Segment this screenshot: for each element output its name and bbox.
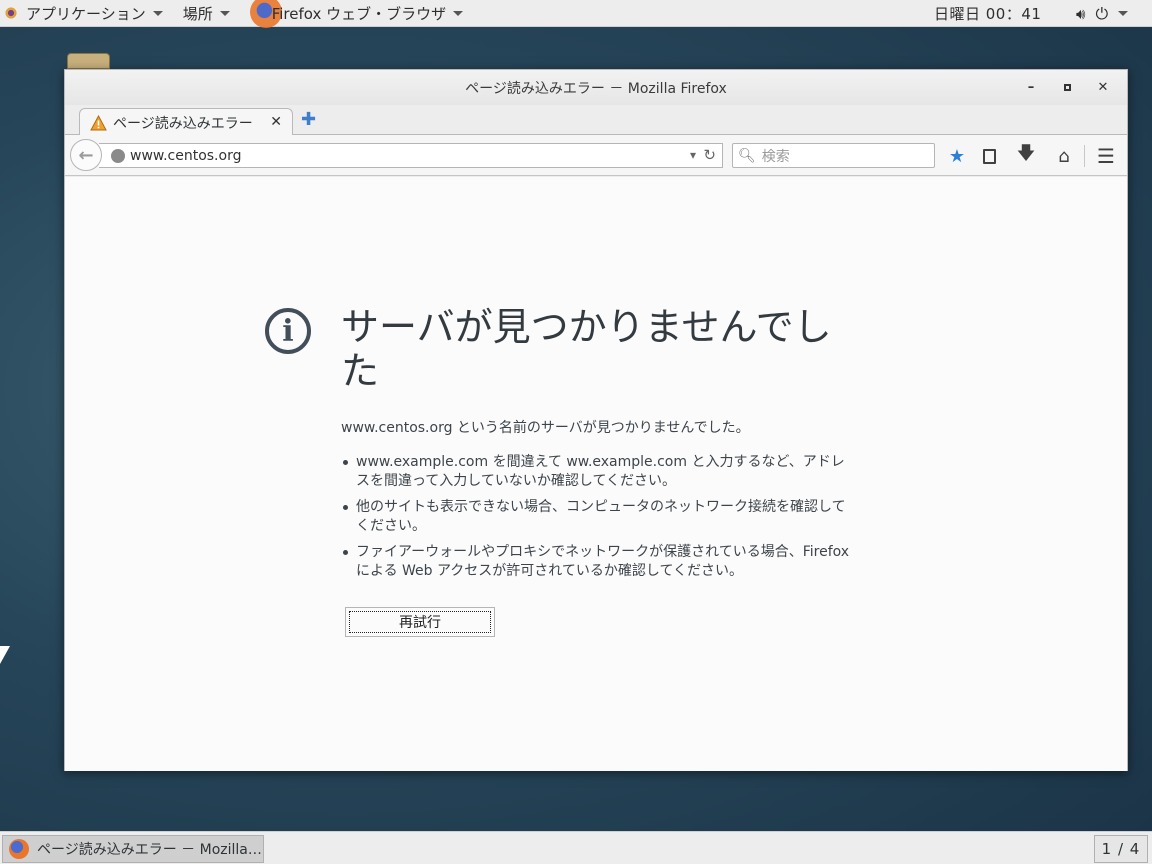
volume-icon: 🔊︎ <box>1076 4 1086 23</box>
window-title: ページ読み込みエラー － Mozilla Firefox <box>465 80 727 97</box>
list-item: 他のサイトも表示できない場合、コンピュータのネットワーク接続を確認してください。 <box>341 498 856 536</box>
tab-page-load-error[interactable]: ページ読み込みエラー ✕ <box>79 108 293 136</box>
close-tab-icon[interactable]: ✕ <box>270 114 282 130</box>
globe-icon <box>111 148 125 163</box>
chevron-down-icon <box>152 10 163 16</box>
error-description: www.centos.org という名前のサーバが見つかりませんでした。 <box>341 420 750 436</box>
workspace-indicator[interactable]: 1 / 4 <box>1094 835 1148 863</box>
downloads-button[interactable]: 🡇 <box>1015 143 1037 167</box>
chevron-down-icon <box>1118 11 1129 16</box>
minimize-icon: – <box>1027 80 1035 95</box>
close-icon: ✕ <box>1097 80 1109 95</box>
firefox-icon <box>9 839 29 859</box>
search-input[interactable]: 🔍︎ 検索 <box>732 143 935 168</box>
applications-menu[interactable]: アプリケーション <box>0 0 169 27</box>
power-icon: ⏻ <box>1095 3 1109 23</box>
plus-icon: ✚ <box>301 109 317 130</box>
warning-icon <box>90 114 107 130</box>
toolbar-divider <box>1084 145 1085 167</box>
tab-strip: ページ読み込みエラー ✕ ✚ <box>65 105 1127 136</box>
gnome-foot-icon <box>4 6 18 20</box>
places-menu[interactable]: 場所 <box>177 0 236 27</box>
list-item: ファイアーウォールやプロキシでネットワークが保護されている場合、Firefox … <box>341 543 856 581</box>
home-icon: ⌂ <box>1058 145 1070 167</box>
back-button[interactable]: ← <box>70 139 102 171</box>
clock[interactable]: 日曜日 00：41 <box>934 0 1041 27</box>
bookmarks-menu-button[interactable] <box>978 145 1000 167</box>
maximize-icon <box>1063 84 1071 91</box>
retry-label: 再試行 <box>349 611 491 633</box>
bookmark-star-button[interactable]: ★ <box>946 145 968 167</box>
home-button[interactable]: ⌂ <box>1053 145 1075 167</box>
firefox-window: ページ読み込みエラー － Mozilla Firefox – ✕ ページ読み込み… <box>64 69 1128 771</box>
desktop-folder-icon[interactable] <box>67 53 110 69</box>
url-text: www.centos.org <box>130 147 242 164</box>
active-app-menu[interactable]: Firefox ウェブ・ブラウザ <box>244 0 469 28</box>
back-arrow-icon: ← <box>78 144 94 166</box>
chevron-down-icon <box>219 10 230 16</box>
chevron-down-icon <box>453 10 464 16</box>
taskbar: ページ読み込みエラー － Mozilla… 1 / 4 <box>0 831 1152 864</box>
navigation-toolbar: www.centos.org ▾ ↻ ← 🔍︎ 検索 ★ 🡇 ⌂ ☰ <box>65 135 1127 176</box>
system-menu[interactable]: 🔊︎ ⏻ <box>1076 0 1129 27</box>
taskbar-window-label: ページ読み込みエラー － Mozilla… <box>37 842 262 858</box>
download-arrow-icon: 🡇 <box>1016 143 1036 164</box>
search-placeholder: 検索 <box>761 148 790 165</box>
minimize-button[interactable]: – <box>1013 76 1049 100</box>
menu-button[interactable]: ☰ <box>1095 144 1117 168</box>
error-title: サーバが見つかりませんでした <box>341 305 832 393</box>
new-tab-button[interactable]: ✚ <box>301 109 317 130</box>
search-icon: 🔍︎ <box>738 147 756 164</box>
active-app-label: Firefox ウェブ・ブラウザ <box>271 4 447 23</box>
history-dropdown-icon[interactable]: ▾ <box>690 148 696 162</box>
info-icon: i <box>265 308 311 354</box>
hamburger-icon: ☰ <box>1097 144 1115 168</box>
applications-menu-label: アプリケーション <box>26 4 146 23</box>
error-suggestions: www.example.com を間違えて ww.example.com と入力… <box>341 453 856 588</box>
places-menu-label: 場所 <box>182 4 213 23</box>
close-button[interactable]: ✕ <box>1085 76 1121 100</box>
window-titlebar[interactable]: ページ読み込みエラー － Mozilla Firefox – ✕ <box>65 70 1127 105</box>
mouse-cursor <box>0 646 10 664</box>
maximize-button[interactable] <box>1049 76 1085 100</box>
top-bar: アプリケーション 場所 Firefox ウェブ・ブラウザ 日曜日 00：41 🔊… <box>0 0 1152 28</box>
tab-label: ページ読み込みエラー <box>113 115 253 132</box>
clipboard-icon <box>982 148 996 164</box>
list-item: www.example.com を間違えて ww.example.com と入力… <box>341 453 856 491</box>
reload-icon[interactable]: ↻ <box>703 146 716 164</box>
taskbar-firefox-window[interactable]: ページ読み込みエラー － Mozilla… <box>2 835 264 863</box>
page-content: i サーバが見つかりませんでした www.centos.org という名前のサー… <box>65 177 1127 771</box>
retry-button[interactable]: 再試行 <box>345 607 495 637</box>
url-bar[interactable]: www.centos.org ▾ ↻ <box>99 143 723 168</box>
